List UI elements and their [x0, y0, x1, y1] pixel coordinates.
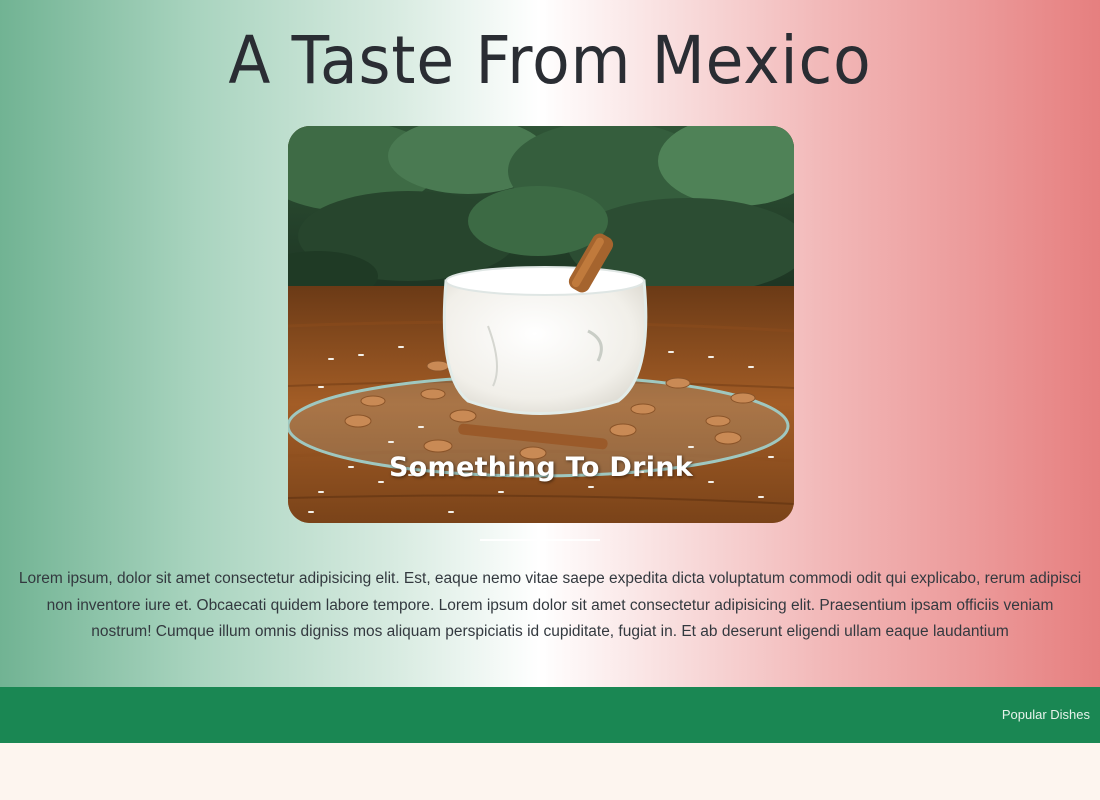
intro-paragraph-line: Lorem ipsum, dolor sit amet consectetur … [18, 570, 1082, 587]
page-title: A Taste From Mexico [228, 22, 872, 99]
section-divider [480, 539, 600, 541]
intro-paragraph: Lorem ipsum, dolor sit amet consectetur … [0, 566, 1100, 646]
page-bottom-area [0, 743, 1100, 800]
intro-paragraph-line: non inventore iure et. Obcaecati quidem … [46, 596, 1054, 614]
feature-card[interactable]: Something To Drink [288, 126, 794, 523]
footer-bar: Popular Dishes [0, 687, 1100, 743]
feature-caption: Something To Drink [388, 452, 694, 483]
popular-dishes-link[interactable]: Popular Dishes [1002, 707, 1090, 722]
hero-section: A Taste From Mexico Something To Drink L… [0, 0, 1100, 687]
intro-paragraph-line: nostrum! Cumque illum omnis digniss mos … [91, 623, 1009, 640]
